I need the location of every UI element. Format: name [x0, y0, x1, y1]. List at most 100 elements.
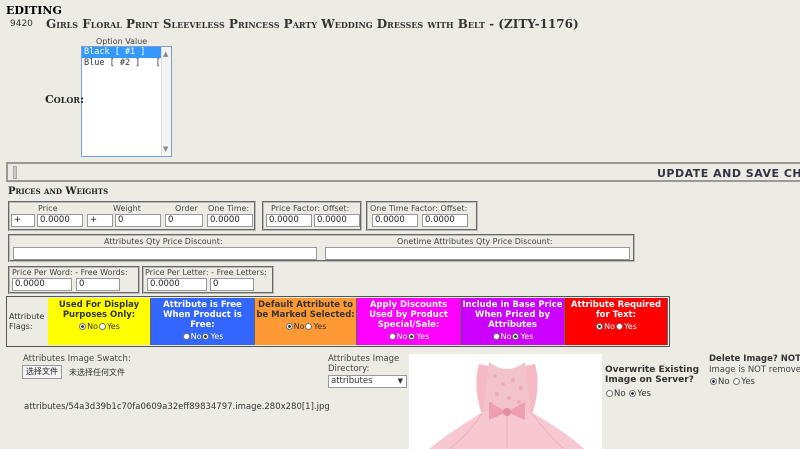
flag-no-radio[interactable]: [182, 333, 190, 340]
flag-no-label: No: [293, 322, 305, 331]
attribute-flag-4: Apply Discounts Used by Product Special/…: [357, 298, 461, 345]
flag-yes-radio[interactable]: [408, 333, 416, 340]
pink-dress-image: [409, 354, 602, 449]
attribute-flag-2: Attribute is Free When Product is Free: N…: [151, 298, 255, 345]
one-time-label: One Time:: [208, 204, 250, 213]
image-directory-label-line2: Directory:: [328, 364, 370, 374]
order-input[interactable]: 0: [165, 214, 203, 227]
flag-no-radio[interactable]: [492, 333, 500, 340]
delete-no-label: No: [718, 377, 730, 387]
scroll-down-icon[interactable]: ▼: [163, 145, 168, 153]
flag-yes-label: Yes: [210, 332, 224, 341]
free-words-input[interactable]: 0: [76, 278, 120, 291]
attribute-flags-label-line2: Flags:: [9, 322, 33, 331]
price-per-letter-input[interactable]: 0.0000: [147, 278, 207, 291]
update-save-button[interactable]: UPDATE AND SAVE CHA: [657, 167, 800, 180]
delete-image-note: Image is NOT remove: [709, 365, 800, 375]
scroll-up-icon[interactable]: ▲: [163, 50, 168, 58]
attribute-flag-radios: No Yes: [48, 322, 150, 332]
qty-discount-input[interactable]: [13, 247, 317, 260]
price-per-word-input[interactable]: 0.0000: [12, 278, 72, 291]
qty-discount-label: Attributes Qty Price Discount:: [104, 237, 223, 246]
free-letters-input[interactable]: 0: [210, 278, 254, 291]
weight-input[interactable]: 0: [115, 214, 161, 227]
delete-yes-radio[interactable]: [733, 378, 741, 385]
attribute-flags-label-line1: Attribute: [9, 312, 45, 321]
attribute-name-label: Color:: [45, 93, 85, 106]
flag-no-label: No: [604, 322, 615, 331]
flag-yes-label: Yes: [313, 322, 327, 331]
option-value-listbox[interactable]: Black [ #1 ] [ ] Blue [ #2 ] [ ] ▲ ▼: [81, 46, 172, 157]
product-id: 9420: [10, 19, 33, 29]
attribute-flag-radios: No Yes: [461, 332, 564, 342]
flag-yes-radio[interactable]: [615, 323, 623, 330]
flag-no-radio[interactable]: [596, 323, 604, 330]
image-directory-label: Attributes Image Directory:: [328, 354, 399, 374]
flag-no-radio[interactable]: [79, 323, 87, 330]
one-time-factor-label: One Time Factor: Offset:: [370, 204, 468, 213]
price-factor-input[interactable]: 0.0000: [266, 214, 312, 227]
attribute-flag-radios: No Yes: [255, 322, 356, 332]
image-path-text: attributes/54a3d39b1c70fa0609a32eff89834…: [24, 402, 330, 412]
onetime-qty-discount-input[interactable]: [325, 247, 630, 260]
flag-yes-label: Yes: [416, 332, 430, 341]
price-per-letter-label: Price Per Letter: - Free Letters:: [145, 268, 267, 277]
overwrite-yes-label: Yes: [637, 389, 651, 399]
flag-yes-label: Yes: [520, 332, 534, 341]
delete-image-radios: No Yes: [709, 377, 755, 387]
overwrite-label-line2: Image on Server?: [605, 375, 694, 385]
listbox-scrollbar[interactable]: ▲ ▼: [161, 47, 171, 156]
image-directory-value: attributes: [331, 376, 373, 386]
attribute-flag-text: Attribute Required for Text:: [570, 300, 662, 320]
overwrite-no-radio[interactable]: [606, 390, 613, 397]
overwrite-label: Overwrite Existing Image on Server?: [605, 365, 699, 385]
weight-prefix-input[interactable]: +: [87, 214, 113, 227]
attribute-flag-6: Attribute Required for Text: No Yes: [565, 298, 668, 345]
price-factor-label: Price Factor: Offset:: [271, 204, 350, 213]
price-prefix-input[interactable]: +: [11, 214, 35, 227]
option-black[interactable]: Black [ #1 ] [ ]: [82, 47, 171, 58]
flag-yes-label: Yes: [623, 322, 637, 331]
option-blue[interactable]: Blue [ #2 ] [ ]: [82, 58, 171, 69]
order-label: Order: [175, 204, 198, 213]
flag-no-radio[interactable]: [285, 323, 293, 330]
overwrite-yes-radio[interactable]: [629, 390, 637, 397]
attribute-image-preview: [409, 354, 602, 449]
attribute-flag-3: Default Attribute to be Marked Selected:…: [255, 298, 357, 345]
flag-no-radio[interactable]: [388, 333, 396, 340]
attribute-flag-radios: No Yes: [565, 322, 667, 332]
delete-no-radio[interactable]: [710, 378, 717, 385]
flag-yes-radio[interactable]: [305, 323, 313, 330]
flag-yes-radio[interactable]: [202, 333, 210, 340]
one-time-factor-input[interactable]: 0.0000: [372, 214, 418, 227]
overwrite-radios: No Yes: [605, 389, 651, 399]
delete-image-label: Delete Image? NOT: [709, 354, 800, 364]
overwrite-no-label: No: [614, 389, 626, 399]
attribute-flag-text: Used For Display Purposes Only:: [58, 300, 140, 320]
price-offset-input[interactable]: 0.0000: [314, 214, 360, 227]
flag-no-label: No: [396, 332, 408, 341]
product-title: Girls Floral Print Sleeveless Princess P…: [46, 17, 579, 31]
one-time-offset-input[interactable]: 0.0000: [422, 214, 468, 227]
price-input[interactable]: 0.0000: [37, 214, 83, 227]
flag-yes-radio[interactable]: [512, 333, 520, 340]
attribute-flags-label: Attribute Flags:: [9, 312, 44, 332]
image-directory-select[interactable]: attributes ▼: [328, 375, 407, 388]
onetime-qty-discount-label: Onetime Attributes Qty Price Discount:: [397, 237, 553, 246]
attribute-flag-radios: No Yes: [151, 332, 254, 342]
attribute-flag-1: Used For Display Purposes Only: No Yes: [48, 298, 151, 345]
choose-file-button[interactable]: 选择文件: [22, 365, 62, 379]
flag-no-label: No: [87, 322, 98, 331]
delete-yes-label: Yes: [741, 377, 755, 387]
flag-yes-radio[interactable]: [98, 323, 106, 330]
attribute-flag-text: Include in Base Price When Priced by Att…: [462, 300, 563, 330]
attribute-flag-5: Include in Base Price When Priced by Att…: [461, 298, 565, 345]
prices-weights-heading: Prices and Weights: [8, 186, 109, 197]
price-per-word-label: Price Per Word: - Free Words:: [12, 268, 128, 277]
attribute-flag-text: Default Attribute to be Marked Selected:: [256, 300, 355, 320]
one-time-input[interactable]: 0.0000: [207, 214, 253, 227]
flag-no-label: No: [190, 332, 202, 341]
attribute-flag-text: Apply Discounts Used by Product Special/…: [369, 300, 448, 330]
image-swatch-label: Attributes Image Swatch:: [23, 354, 131, 364]
image-directory-label-line1: Attributes Image: [328, 354, 400, 364]
